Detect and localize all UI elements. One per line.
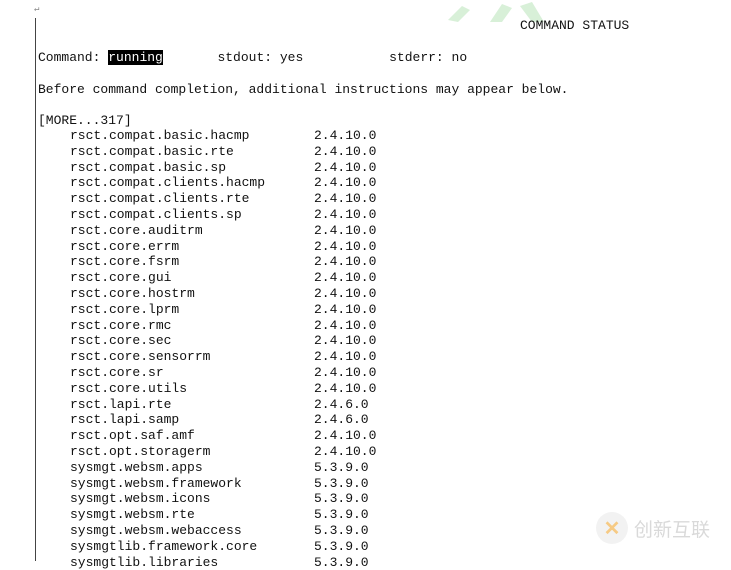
command-status-value: running <box>108 50 163 65</box>
fileset-name: rsct.compat.basic.sp <box>70 159 227 175</box>
stderr-value: no <box>451 50 468 65</box>
fileset-name: sysmgt.websm.rte <box>70 507 195 523</box>
fileset-version: 2.4.10.0 <box>314 443 377 459</box>
stdout-label: stdout: <box>217 50 273 65</box>
fileset-name: rsct.compat.basic.hacmp <box>70 128 250 143</box>
fileset-name: rsct.core.hostrm <box>70 285 195 301</box>
fileset-version: 2.4.10.0 <box>314 317 377 333</box>
fileset-version: 2.4.10.0 <box>314 206 377 222</box>
fileset-name: sysmgtlib.framework.core <box>70 538 258 554</box>
fileset-name: rsct.lapi.samp <box>70 412 180 428</box>
fileset-name: rsct.opt.storagerm <box>70 443 211 459</box>
fileset-name: rsct.core.errm <box>70 238 180 254</box>
fileset-version: 5.3.9.0 <box>314 538 369 554</box>
fileset-version: 2.4.10.0 <box>314 285 377 301</box>
page-title: COMMAND STATUS <box>520 18 630 33</box>
fileset-version: 2.4.10.0 <box>314 238 377 254</box>
return-mark-icon: ↵ <box>34 4 40 14</box>
watermark-text: 创新互联 <box>634 518 711 541</box>
margin-divider <box>35 18 36 561</box>
fileset-version: 2.4.10.0 <box>314 364 377 380</box>
fileset-version: 2.4.10.0 <box>314 128 377 143</box>
fileset-name: rsct.core.fsrm <box>70 254 180 270</box>
fileset-version: 2.4.10.0 <box>314 301 377 317</box>
fileset-name: rsct.compat.basic.rte <box>70 143 234 159</box>
fileset-name: rsct.compat.clients.rte <box>70 191 250 207</box>
fileset-version: 5.3.9.0 <box>314 491 369 507</box>
fileset-version: 2.4.10.0 <box>314 191 377 207</box>
instructions-note: Before command completion, additional in… <box>38 82 569 97</box>
stdout-value: yes <box>279 50 304 65</box>
fileset-version: 5.3.9.0 <box>314 459 369 475</box>
fileset-name: sysmgt.websm.framework <box>70 475 242 491</box>
fileset-name: rsct.opt.saf.amf <box>70 428 195 444</box>
fileset-version: 2.4.10.0 <box>314 270 377 286</box>
fileset-version: 2.4.10.0 <box>314 254 377 270</box>
fileset-version: 2.4.10.0 <box>314 349 377 365</box>
fileset-version: 5.3.9.0 <box>314 475 369 491</box>
x-logo-icon: ✕ <box>596 512 628 544</box>
fileset-version: 2.4.10.0 <box>314 143 377 159</box>
fileset-version: 2.4.10.0 <box>314 222 377 238</box>
fileset-name: rsct.core.sensorrm <box>70 349 211 365</box>
fileset-name: rsct.core.auditrm <box>70 222 203 238</box>
fileset-version: 5.3.9.0 <box>314 507 369 523</box>
fileset-name: sysmgt.websm.icons <box>70 491 211 507</box>
fileset-version: 2.4.10.0 <box>314 333 377 349</box>
fileset-version: 2.4.10.0 <box>314 159 377 175</box>
command-label: Command: <box>38 50 101 65</box>
fileset-name: rsct.core.utils <box>70 380 188 396</box>
status-line: Command: running stdout: yes stderr: no <box>38 50 467 65</box>
fileset-name: sysmgt.websm.webaccess <box>70 522 242 538</box>
fileset-name: rsct.core.lprm <box>70 301 180 317</box>
fileset-name: rsct.core.rmc <box>70 317 172 333</box>
fileset-name: sysmgtlib.libraries <box>70 554 219 570</box>
fileset-name: sysmgt.websm.apps <box>70 459 203 475</box>
fileset-version: 2.4.6.0 <box>314 412 369 428</box>
fileset-name: rsct.compat.clients.hacmp <box>70 175 266 191</box>
fileset-name: rsct.core.sr <box>70 364 164 380</box>
fileset-version: 2.4.6.0 <box>314 396 369 412</box>
fileset-version: 5.3.9.0 <box>314 554 369 570</box>
fileset-version: 2.4.10.0 <box>314 380 377 396</box>
stderr-label: stderr: <box>389 50 444 65</box>
fileset-version: 2.4.10.0 <box>314 428 377 444</box>
fileset-name: rsct.lapi.rte <box>70 396 172 412</box>
more-indicator: [MORE...317] <box>38 113 132 128</box>
fileset-name: rsct.core.gui <box>70 270 172 286</box>
watermark: ✕ 创新互联 <box>596 512 710 544</box>
fileset-name: rsct.compat.clients.sp <box>70 206 242 222</box>
fileset-name: rsct.core.sec <box>70 333 172 349</box>
fileset-version: 5.3.9.0 <box>314 522 369 538</box>
fileset-version: 2.4.10.0 <box>314 175 377 191</box>
